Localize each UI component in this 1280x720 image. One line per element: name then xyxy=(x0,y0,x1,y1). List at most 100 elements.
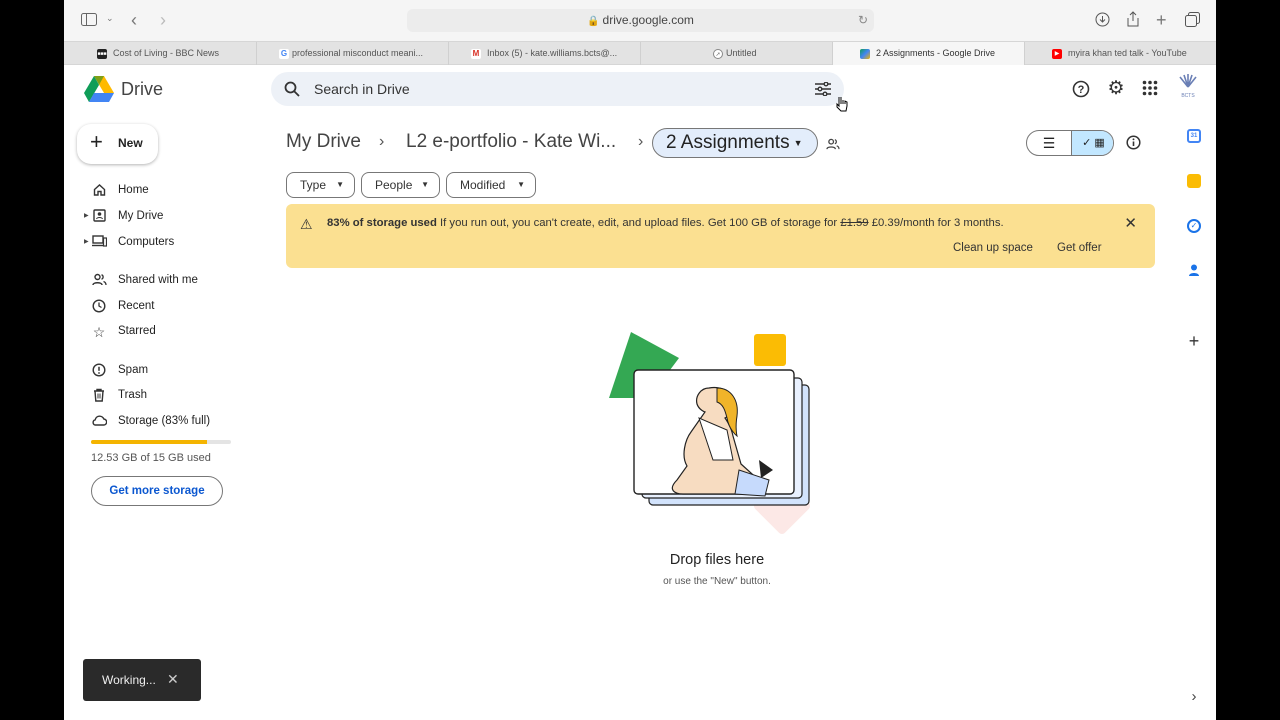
close-icon[interactable]: ✕ xyxy=(167,671,179,688)
tab-google-search[interactable]: G professional misconduct meani... xyxy=(256,42,448,65)
chevron-right-icon: › xyxy=(379,133,385,150)
drive-logo-icon[interactable] xyxy=(84,76,114,107)
tab-label: Untitled xyxy=(726,48,757,58)
filter-label: Modified xyxy=(460,178,506,192)
breadcrumb-folder[interactable]: L2 e-portfolio - Kate Wi... xyxy=(406,131,616,153)
google-icon: G xyxy=(279,49,289,59)
new-button[interactable]: + New xyxy=(77,124,158,164)
home-icon xyxy=(91,183,107,199)
account-avatar[interactable]: BCTS xyxy=(1174,74,1202,102)
info-icon[interactable] xyxy=(1126,135,1141,155)
share-icon[interactable] xyxy=(1126,11,1140,30)
apps-grid-icon[interactable] xyxy=(1141,80,1159,98)
forward-icon[interactable]: › xyxy=(160,11,166,29)
gear-icon[interactable]: ⚙ xyxy=(1107,79,1125,98)
lock-icon: 🔒 xyxy=(587,16,600,27)
chevron-right-icon: › xyxy=(638,133,644,150)
back-icon[interactable]: ‹ xyxy=(131,11,137,29)
add-addon-icon[interactable]: + xyxy=(1187,332,1201,350)
tab-untitled[interactable]: ➚ Untitled xyxy=(640,42,832,65)
breadcrumb-my-drive[interactable]: My Drive xyxy=(286,131,361,153)
empty-state-subtitle: or use the "New" button. xyxy=(663,576,771,587)
filter-modified[interactable]: Modified ▼ xyxy=(446,172,536,198)
app-name[interactable]: Drive xyxy=(121,79,163,100)
reload-icon[interactable]: ↻ xyxy=(858,9,868,32)
gmail-icon: M xyxy=(471,49,481,59)
dropdown-arrow-icon: ▼ xyxy=(421,180,429,189)
view-toggle: ☰ ✓ ▦ xyxy=(1026,130,1114,156)
tab-gmail[interactable]: M Inbox (5) - kate.williams.bcts@... xyxy=(448,42,640,65)
empty-state-title: Drop files here xyxy=(669,552,765,568)
storage-usage-text: 12.53 GB of 15 GB used xyxy=(91,452,211,464)
filter-label: Type xyxy=(300,178,327,192)
url-text: drive.google.com xyxy=(602,13,694,27)
storage-progress-bar xyxy=(91,440,231,444)
sidebar-item-label: Spam xyxy=(118,364,149,376)
sidebar-item-label: Home xyxy=(118,184,149,196)
tasks-icon[interactable]: ✓ xyxy=(1187,219,1201,233)
youtube-icon: ▶ xyxy=(1052,49,1062,59)
empty-folder-illustration xyxy=(609,330,829,550)
dropdown-arrow-icon: ▼ xyxy=(336,180,344,189)
account-badge: BCTS xyxy=(1181,93,1195,99)
drive-icon xyxy=(860,49,870,59)
dropdown-arrow-icon: ▼ xyxy=(517,180,525,189)
contacts-icon[interactable] xyxy=(1187,263,1201,277)
search-icon[interactable] xyxy=(284,81,300,102)
warning-icon: ⚠ xyxy=(300,216,313,232)
browser-toolbar: ⌄ ‹ › 🔒 drive.google.com ↻ + xyxy=(64,0,1216,41)
calendar-icon[interactable]: 31 xyxy=(1187,129,1201,143)
filter-people[interactable]: People ▼ xyxy=(361,172,440,198)
help-icon[interactable]: ? xyxy=(1072,80,1090,98)
browser-window: ⌄ ‹ › 🔒 drive.google.com ↻ + ■■■ Cost of … xyxy=(64,0,1216,720)
get-offer-button[interactable]: Get offer xyxy=(1057,242,1102,254)
tab-label: Inbox (5) - kate.williams.bcts@... xyxy=(487,48,618,58)
mouse-cursor-icon xyxy=(836,96,848,117)
filter-label: People xyxy=(375,178,413,192)
search-bar[interactable]: Search in Drive xyxy=(271,72,844,106)
sidebar-toggle-icon[interactable] xyxy=(81,13,97,29)
search-input[interactable]: Search in Drive xyxy=(314,81,410,97)
plus-icon: + xyxy=(90,129,103,154)
shared-icon xyxy=(91,273,107,289)
filter-type[interactable]: Type ▼ xyxy=(286,172,355,198)
close-icon[interactable]: ✕ xyxy=(1124,214,1137,232)
tab-label: 2 Assignments - Google Drive xyxy=(876,48,996,58)
chevron-down-icon[interactable]: ⌄ xyxy=(106,14,114,23)
new-tab-icon[interactable]: + xyxy=(1156,11,1167,29)
caret-right-icon[interactable]: ▶ xyxy=(84,212,89,219)
clean-up-space-button[interactable]: Clean up space xyxy=(953,242,1033,254)
toast-text: Working... xyxy=(102,673,156,687)
sidebar-item-label: Storage (83% full) xyxy=(118,415,211,427)
search-options-icon[interactable] xyxy=(815,81,831,101)
grid-view-icon[interactable]: ✓ ▦ xyxy=(1071,131,1113,155)
svg-text:?: ? xyxy=(1078,84,1085,96)
tab-overview-icon[interactable] xyxy=(1185,12,1200,30)
cloud-icon xyxy=(91,414,108,430)
get-more-storage-button[interactable]: Get more storage xyxy=(91,476,223,506)
caret-right-icon[interactable]: ▶ xyxy=(84,238,89,245)
list-view-icon[interactable]: ☰ xyxy=(1027,131,1071,155)
shared-folder-icon[interactable] xyxy=(826,137,840,155)
storage-warning-banner: ⚠ 83% of storage used If you run out, yo… xyxy=(286,204,1155,268)
spam-icon xyxy=(91,363,107,379)
banner-old-price: £1.59 xyxy=(840,217,869,229)
star-icon: ☆ xyxy=(92,324,106,340)
new-button-label: New xyxy=(118,136,143,150)
chevron-right-icon[interactable]: › xyxy=(1187,689,1201,704)
breadcrumb-current-folder[interactable]: 2 Assignments ▼ xyxy=(652,128,818,158)
clock-icon xyxy=(91,299,107,315)
tab-label: myira khan ted talk - YouTube xyxy=(1068,48,1187,58)
banner-bold-text: 83% of storage used xyxy=(327,217,437,229)
tab-bbc[interactable]: ■■■ Cost of Living - BBC News xyxy=(64,42,256,65)
download-icon[interactable] xyxy=(1095,12,1110,30)
tab-strip: ■■■ Cost of Living - BBC News G professi… xyxy=(64,41,1216,65)
my-drive-icon xyxy=(91,209,107,225)
tab-youtube[interactable]: ▶ myira khan ted talk - YouTube xyxy=(1024,42,1216,65)
keep-icon[interactable] xyxy=(1187,174,1201,188)
address-bar[interactable]: 🔒 drive.google.com ↻ xyxy=(407,9,874,32)
tab-drive[interactable]: 2 Assignments - Google Drive xyxy=(832,42,1024,65)
tab-label: Cost of Living - BBC News xyxy=(113,48,220,58)
tab-label: professional misconduct meani... xyxy=(292,48,424,58)
compass-icon: ➚ xyxy=(713,49,723,59)
